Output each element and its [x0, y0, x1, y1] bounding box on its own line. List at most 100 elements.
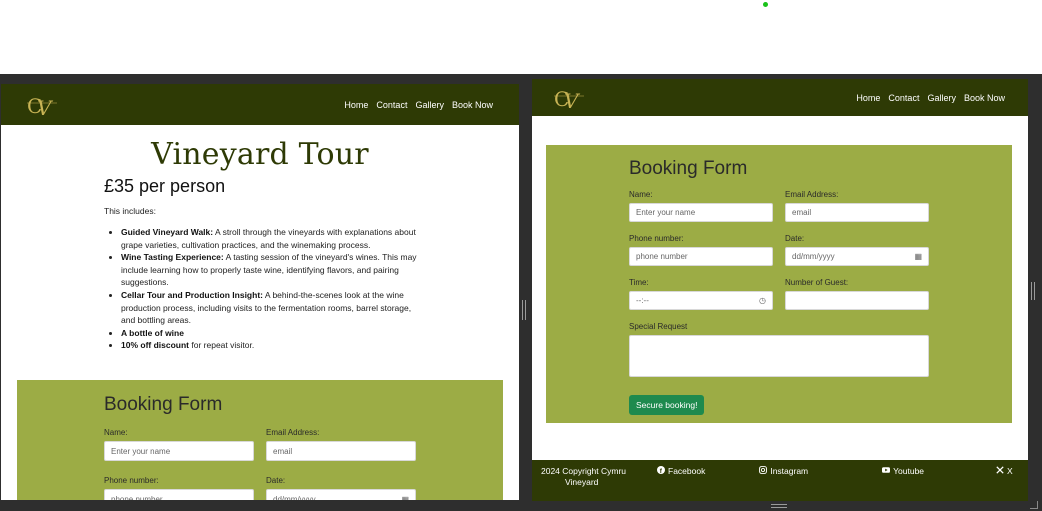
date-field[interactable]: dd/mm/yyyy ▦ [266, 489, 416, 500]
name-group: Name: Enter your name [104, 428, 254, 461]
calendar-icon[interactable]: ▦ [914, 252, 922, 261]
date-group: Date: dd/mm/yyyy ▦ [785, 234, 929, 266]
phone-field[interactable]: phone number [629, 247, 773, 266]
status-dot [763, 2, 768, 7]
item-title: Wine Tasting Experience: [121, 252, 224, 263]
email-placeholder: email [792, 208, 812, 217]
nav-gallery[interactable]: Gallery [415, 100, 444, 110]
facebook-link[interactable]: f Facebook [657, 466, 705, 501]
youtube-label: Youtube [893, 466, 925, 476]
svg-text:V: V [37, 96, 54, 119]
nav-gallery[interactable]: Gallery [927, 93, 956, 103]
item-title: Guided Vineyard Walk: [121, 227, 214, 237]
copyright-line-1: 2024 Copyright Cymru [541, 466, 627, 476]
tour-includes-list: Guided Vineyard Walk: A stroll through t… [121, 226, 421, 352]
time-placeholder: --:-- [636, 296, 649, 305]
date-placeholder: dd/mm/yyyy [792, 252, 835, 261]
phone-group: Phone number: phone number [629, 234, 773, 266]
name-field[interactable]: Enter your name [104, 441, 254, 461]
date-field[interactable]: dd/mm/yyyy ▦ [785, 247, 929, 266]
date-label: Date: [785, 234, 805, 243]
split-resize-handle[interactable] [1031, 282, 1035, 300]
navbar: C V Home Contact Gallery Book Now [1, 84, 519, 125]
page-viewport-left: C V Home Contact Gallery Book Now Vineya… [1, 84, 519, 500]
email-group: Email Address: email [785, 190, 929, 222]
nav-home[interactable]: Home [344, 100, 368, 110]
phone-label: Phone number: [629, 234, 684, 243]
logo[interactable]: C V [552, 84, 586, 112]
item-title: A bottle of wine [121, 327, 184, 338]
browser-window-left: C V Home Contact Gallery Book Now Vineya… [0, 74, 533, 511]
nav-contact[interactable]: Contact [888, 93, 919, 103]
nav-contact[interactable]: Contact [376, 100, 407, 110]
facebook-icon: f [657, 466, 665, 474]
nav-book-now[interactable]: Book Now [964, 93, 1005, 103]
phone-label: Phone number: [104, 476, 159, 485]
youtube-link[interactable]: Youtube [882, 466, 924, 501]
nav-home[interactable]: Home [856, 93, 880, 103]
instagram-label: Instagram [770, 466, 809, 476]
item-text: for repeat visitor. [189, 340, 255, 351]
page-viewport-right: C V Home Contact Gallery Book Now Bookin… [532, 79, 1028, 501]
phone-placeholder: phone number [636, 252, 688, 261]
time-field[interactable]: --:-- ◷ [629, 291, 773, 310]
list-item: A bottle of wine [121, 327, 421, 340]
email-field[interactable]: email [266, 441, 416, 461]
nav-menu: Home Contact Gallery Book Now [856, 93, 1005, 103]
guests-field[interactable] [785, 291, 929, 310]
phone-group: Phone number: phone number [104, 476, 254, 500]
calendar-icon[interactable]: ▦ [401, 495, 409, 501]
time-label: Time: [629, 278, 649, 287]
x-icon [996, 466, 1004, 474]
booking-form: Booking Form Name: Enter your name Email… [546, 145, 1012, 423]
x-link[interactable]: X [996, 466, 1013, 501]
svg-text:V: V [564, 89, 581, 112]
booking-form-title: Booking Form [104, 394, 223, 415]
form-grid: Name: Enter your name Email Address: ema… [104, 428, 503, 500]
list-item: Guided Vineyard Walk: A stroll through t… [121, 226, 421, 251]
facebook-label: Facebook [668, 466, 706, 476]
clock-icon[interactable]: ◷ [759, 296, 766, 305]
booking-form: Booking Form Name: Enter your name Email… [17, 380, 503, 500]
name-field[interactable]: Enter your name [629, 203, 773, 222]
form-grid: Name: Enter your name Email Address: ema… [629, 190, 1012, 322]
bottom-resize-handle[interactable] [771, 504, 787, 508]
instagram-icon [759, 466, 768, 474]
request-textarea[interactable] [629, 335, 929, 377]
secure-booking-button[interactable]: Secure booking! [629, 395, 705, 415]
logo[interactable]: C V [25, 91, 59, 119]
date-group: Date: dd/mm/yyyy ▦ [266, 476, 416, 500]
copyright: 2024 Copyright Cymru Vineyard [541, 466, 646, 501]
corner-resize-handle[interactable] [1030, 501, 1038, 509]
date-placeholder: dd/mm/yyyy [273, 494, 316, 501]
nav-menu: Home Contact Gallery Book Now [344, 100, 493, 110]
item-title: 10% off discount [121, 340, 190, 351]
list-item: Cellar Tour and Production Insight: A be… [121, 289, 421, 327]
name-label: Name: [629, 190, 653, 199]
logo-icon: C V [554, 87, 584, 112]
browser-window-right: C V Home Contact Gallery Book Now Bookin… [529, 74, 1042, 511]
guests-group: Number of Guest: [785, 278, 929, 310]
guests-label: Number of Guest: [785, 278, 849, 287]
name-label: Name: [104, 428, 128, 437]
request-group: Special Request [629, 322, 929, 377]
tour-price: £35 per person [104, 176, 226, 196]
nav-book-now[interactable]: Book Now [452, 100, 493, 110]
navbar: C V Home Contact Gallery Book Now [532, 79, 1028, 116]
x-label: X [1007, 466, 1013, 476]
email-label: Email Address: [785, 190, 839, 199]
instagram-link[interactable]: Instagram [759, 466, 808, 501]
email-group: Email Address: email [266, 428, 416, 476]
booking-form-title: Booking Form [629, 158, 748, 179]
phone-placeholder: phone number [111, 494, 163, 501]
email-field[interactable]: email [785, 203, 929, 222]
request-label: Special Request [629, 322, 688, 331]
email-placeholder: email [273, 446, 293, 456]
split-resize-handle[interactable] [522, 300, 526, 320]
date-label: Date: [266, 476, 286, 485]
page-title: Vineyard Tour [151, 137, 369, 172]
name-placeholder: Enter your name [636, 208, 696, 217]
logo-icon: C V [27, 94, 57, 119]
footer: 2024 Copyright Cymru Vineyard f Facebook… [532, 460, 1028, 501]
phone-field[interactable]: phone number [104, 489, 254, 500]
